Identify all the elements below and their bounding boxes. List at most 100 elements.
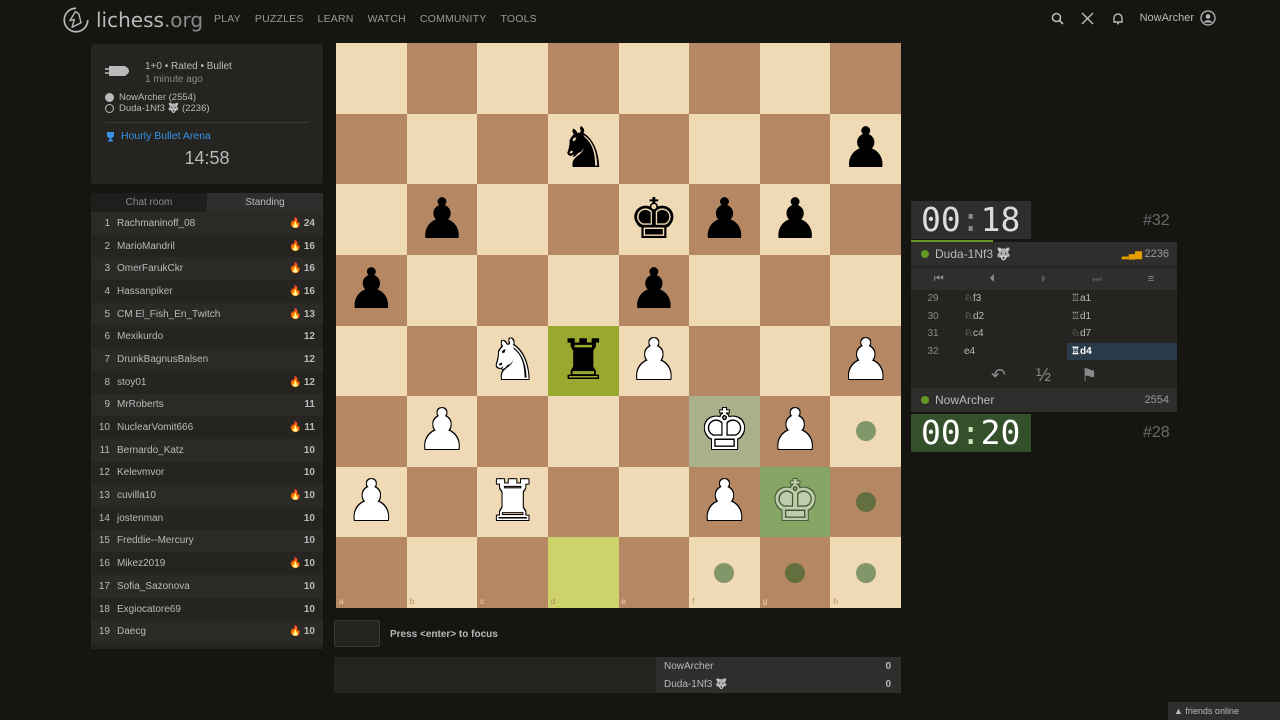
standing-row[interactable]: 10 NuclearVomit666 🔥 11	[91, 416, 323, 439]
white-move[interactable]: ♘c4	[955, 325, 1067, 342]
square-c7[interactable]	[477, 113, 548, 185]
nav-play[interactable]: PLAY	[214, 13, 241, 25]
square-a7[interactable]	[336, 113, 407, 185]
resign-flag-icon[interactable]: ⚑	[1081, 365, 1097, 386]
square-g7[interactable]	[759, 113, 831, 185]
square-b7[interactable]	[406, 113, 478, 185]
nav-learn[interactable]: LEARN	[318, 13, 354, 25]
standing-row[interactable]: 4 Hassanpiker 🔥 16	[91, 280, 323, 303]
standing-row[interactable]: 2 MarioMandril 🔥 16	[91, 235, 323, 258]
square-a4[interactable]	[336, 325, 407, 397]
move-input[interactable]	[334, 620, 380, 647]
square-d8[interactable]	[547, 43, 619, 114]
square-a3[interactable]	[336, 396, 407, 467]
square-e8[interactable]	[618, 43, 690, 114]
standing-row[interactable]: 13 cuvilla10 🔥 10	[91, 484, 323, 507]
square-c6[interactable]	[477, 184, 548, 255]
opponent-line[interactable]: Duda-1Nf3 🐺 ▂▄▆ 2236	[911, 242, 1177, 266]
white-rook-icon[interactable]: ♜	[477, 467, 548, 538]
offer-draw-icon[interactable]: ½	[1036, 365, 1051, 386]
square-b4[interactable]	[406, 325, 478, 397]
white-pawn-icon[interactable]: ♟	[760, 396, 831, 467]
standing-row[interactable]: 12 Kelevmvor 10	[91, 462, 323, 485]
first-move-icon[interactable]: ⏮	[934, 273, 944, 286]
standing-row[interactable]: 3 OmerFarukCkr 🔥 16	[91, 257, 323, 281]
user-menu[interactable]: NowArcher	[1140, 10, 1216, 26]
square-b8[interactable]	[406, 43, 478, 114]
tab-standing[interactable]: Standing	[207, 193, 323, 212]
square-b1[interactable]	[406, 537, 478, 608]
square-a1[interactable]	[336, 537, 407, 608]
nav-watch[interactable]: WATCH	[368, 13, 406, 25]
black-move[interactable]: ♖a1	[1067, 290, 1177, 307]
swords-icon[interactable]	[1080, 10, 1096, 26]
square-a8[interactable]	[336, 43, 407, 114]
standing-row[interactable]: 19 Daecg 🔥 10	[91, 620, 323, 644]
white-pawn-icon[interactable]: ♟	[619, 326, 690, 397]
standing-row[interactable]: 6 Mexikurdo 12	[91, 325, 323, 348]
square-g5[interactable]	[759, 254, 831, 326]
nav-community[interactable]: COMMUNITY	[420, 13, 487, 25]
square-h5[interactable]	[830, 254, 901, 326]
square-b2[interactable]	[406, 466, 478, 538]
square-h6[interactable]	[830, 184, 901, 255]
takeback-icon[interactable]: ↶	[991, 365, 1006, 386]
standing-row[interactable]: 5 CM El_Fish_En_Twitch 🔥 13	[91, 302, 323, 326]
white-pawn-icon[interactable]: ♟	[830, 326, 901, 397]
square-b5[interactable]	[406, 254, 478, 326]
black-move[interactable]: ♘d7	[1067, 325, 1177, 342]
standing-row[interactable]: 1 Rachmaninoff_08 🔥 24	[91, 212, 323, 235]
square-e7[interactable]	[618, 113, 690, 185]
lichess-logo[interactable]: lichess.org	[62, 5, 203, 35]
search-icon[interactable]	[1050, 10, 1066, 26]
nav-puzzles[interactable]: PUZZLES	[255, 13, 304, 25]
black-move[interactable]: ♖d1	[1067, 308, 1177, 325]
white-move[interactable]: e4	[955, 343, 1067, 360]
square-d6[interactable]	[547, 184, 619, 255]
standing-row[interactable]: 11 Bernardo_Katz 10	[91, 438, 323, 462]
standing-row[interactable]: 15 Freddie--Mercury 10	[91, 529, 323, 553]
standing-row[interactable]: 17 Sofia_Sazonova 10	[91, 575, 323, 598]
square-c5[interactable]	[477, 254, 548, 326]
menu-icon[interactable]: ≡	[1148, 273, 1154, 285]
standing-row[interactable]: 9 MrRoberts 11	[91, 393, 323, 417]
square-d5[interactable]	[547, 254, 619, 326]
square-c8[interactable]	[477, 43, 548, 114]
bell-icon[interactable]	[1110, 10, 1126, 26]
square-c1[interactable]	[477, 537, 548, 608]
white-player-row[interactable]: NowArcher (2554)	[105, 92, 196, 103]
square-d1[interactable]	[547, 537, 619, 608]
legal-move-dot[interactable]	[855, 492, 876, 513]
square-e1[interactable]	[618, 537, 690, 608]
chess-board[interactable]: a b c d e f g h 8 7 6 5 4 3 2 1 ♞ ♟ ♟ ♚ ♟ ♟ ♟ ♟ ♞ ♜ ♟ ♟ ♟ ♚ ♟ ♟ ♜ ♟ ♚	[336, 43, 901, 608]
last-move-icon[interactable]: ⏭	[1092, 273, 1102, 286]
square-f5[interactable]	[689, 254, 760, 326]
friends-online-button[interactable]: ▲ friends online	[1168, 702, 1280, 720]
square-d2[interactable]	[547, 466, 619, 538]
white-knight-icon[interactable]: ♞	[477, 326, 548, 397]
white-move[interactable]: ♘f3	[955, 290, 1067, 307]
legal-move-dot[interactable]	[785, 562, 806, 583]
square-d3[interactable]	[547, 396, 619, 467]
square-a6[interactable]	[336, 184, 407, 255]
black-move[interactable]: ♖d4	[1067, 342, 1177, 360]
standing-row[interactable]: 14 jostenman 10	[91, 507, 323, 530]
white-move[interactable]: ♘d2	[955, 308, 1067, 325]
square-f8[interactable]	[689, 43, 760, 114]
square-c3[interactable]	[477, 396, 548, 467]
white-pawn-icon[interactable]: ♟	[689, 467, 760, 538]
white-pawn-icon[interactable]: ♟	[336, 467, 407, 538]
nav-tools[interactable]: TOOLS	[500, 13, 536, 25]
white-king-icon[interactable]: ♚	[760, 467, 831, 538]
square-e2[interactable]	[618, 466, 690, 538]
prev-move-icon[interactable]: ⏴	[990, 273, 996, 286]
black-player-row[interactable]: Duda-1Nf3 🐺 (2236)	[105, 103, 210, 114]
tab-chat-room[interactable]: Chat room	[91, 193, 207, 212]
player-line[interactable]: NowArcher 2554	[911, 388, 1177, 412]
square-g4[interactable]	[759, 325, 831, 397]
white-pawn-icon[interactable]: ♟	[407, 396, 478, 467]
standing-row[interactable]: 7 DrunkBagnusBalsen 12	[91, 348, 323, 371]
legal-move-dot[interactable]	[855, 562, 876, 583]
square-f7[interactable]	[689, 113, 760, 185]
next-move-icon[interactable]: ⏵	[1041, 273, 1047, 286]
